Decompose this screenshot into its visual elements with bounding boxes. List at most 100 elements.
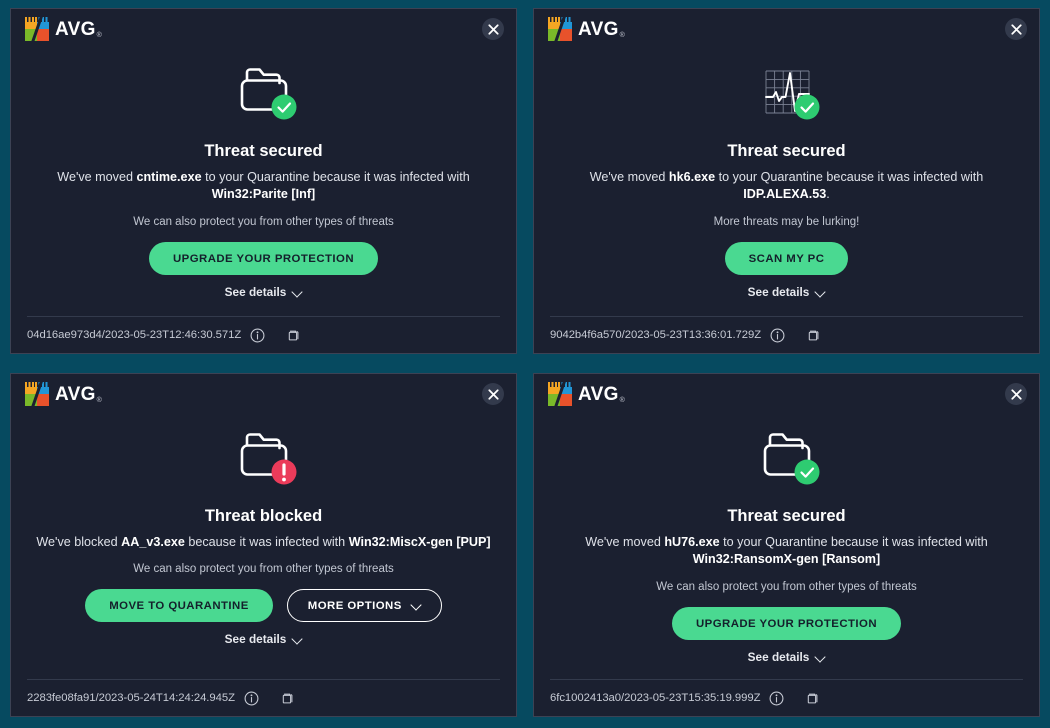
panel-body: Threat secured We've moved hU76.exe to yo… bbox=[534, 414, 1039, 679]
avg-wordmark: AVG® bbox=[55, 383, 103, 405]
see-details-toggle[interactable]: See details bbox=[748, 285, 826, 299]
panel-footer: 04d16ae973d4/2023-05-23T12:46:30.571Z bbox=[27, 316, 500, 353]
panel-actions: UPGRADE YOUR PROTECTION bbox=[671, 607, 901, 641]
threat-name: Win32:Parite [Inf] bbox=[211, 187, 316, 202]
avg-notification-panel: AVG® Threat secured We've moved hU76.exe t… bbox=[533, 373, 1040, 717]
close-icon-glyph bbox=[1010, 23, 1022, 35]
trademark-symbol: ® bbox=[619, 31, 626, 39]
close-button[interactable] bbox=[482, 383, 504, 405]
message-prefix: We've moved bbox=[589, 169, 669, 184]
threat-name: Win32:RansomX-gen [Ransom] bbox=[692, 552, 881, 567]
trace-id: 9042b4f6a570/2023-05-23T13:36:01.729Z bbox=[550, 329, 762, 341]
file-name: hk6.exe bbox=[668, 169, 716, 184]
panel-body: Threat secured We've moved cntime.exe to … bbox=[11, 49, 516, 316]
secondary-action-button[interactable]: MORE OPTIONS bbox=[286, 589, 442, 623]
panel-body: Threat blocked We've blocked AA_v3.exe be… bbox=[11, 414, 516, 679]
trace-id: 2283fe08fa91/2023-05-24T14:24:24.945Z bbox=[27, 692, 235, 704]
panel-actions: SCAN MY PC bbox=[724, 242, 849, 276]
file-name: hU76.exe bbox=[664, 534, 720, 549]
panel-headline: Threat secured bbox=[204, 142, 323, 160]
see-details-label: See details bbox=[224, 632, 287, 647]
avg-brand: AVG® bbox=[548, 17, 626, 41]
message-prefix: We've blocked bbox=[36, 534, 122, 549]
folder-check-icon bbox=[231, 61, 297, 121]
panel-header: AVG® bbox=[11, 374, 516, 414]
panel-headline: Threat secured bbox=[727, 507, 846, 525]
threat-name: IDP.ALEXA.53 bbox=[743, 187, 827, 202]
avg-brand: AVG® bbox=[25, 382, 103, 406]
notification-grid: AVG® Threat secured We've moved cntime.exe… bbox=[0, 0, 1050, 728]
primary-action-label: MOVE TO QUARANTINE bbox=[109, 599, 249, 612]
avg-wordmark: AVG® bbox=[578, 18, 626, 40]
info-icon[interactable] bbox=[769, 691, 784, 706]
panel-footer: 9042b4f6a570/2023-05-23T13:36:01.729Z bbox=[550, 316, 1023, 353]
message-middle: to your Quarantine because it was infect… bbox=[715, 169, 984, 184]
close-icon-glyph bbox=[1010, 388, 1022, 400]
see-details-label: See details bbox=[747, 285, 810, 300]
folder-alert-icon bbox=[231, 426, 297, 486]
message-middle: to your Quarantine because it was infect… bbox=[719, 534, 988, 549]
panel-header: AVG® bbox=[534, 374, 1039, 414]
chart-check-icon bbox=[754, 61, 820, 121]
copy-icon[interactable] bbox=[286, 328, 301, 343]
see-details-label: See details bbox=[224, 285, 287, 300]
see-details-toggle[interactable]: See details bbox=[225, 285, 303, 299]
panel-subtext: We can also protect you from other types… bbox=[133, 563, 394, 576]
threat-name: Win32:MiscX-gen [PUP] bbox=[348, 534, 491, 549]
chevron-down-icon bbox=[293, 288, 302, 297]
avg-notification-panel: AVG® Threat blocked We've blocked AA_v3.ex… bbox=[10, 373, 517, 717]
close-button[interactable] bbox=[1005, 18, 1027, 40]
file-name: AA_v3.exe bbox=[121, 534, 185, 549]
primary-action-button[interactable]: UPGRADE YOUR PROTECTION bbox=[671, 607, 901, 641]
avg-wordmark: AVG® bbox=[55, 18, 103, 40]
panel-message: We've moved hk6.exe to your Quarantine b… bbox=[552, 169, 1021, 205]
close-button[interactable] bbox=[482, 18, 504, 40]
avg-notification-panel: AVG® Threat secured We've moved hk6.exe to… bbox=[533, 8, 1040, 354]
primary-action-label: UPGRADE YOUR PROTECTION bbox=[695, 617, 877, 630]
avg-brand: AVG® bbox=[25, 17, 103, 41]
primary-action-button[interactable]: SCAN MY PC bbox=[724, 242, 849, 276]
primary-action-button[interactable]: UPGRADE YOUR PROTECTION bbox=[148, 242, 378, 276]
panel-header: AVG® bbox=[534, 9, 1039, 49]
panel-actions: MOVE TO QUARANTINE MORE OPTIONS bbox=[85, 589, 442, 623]
message-prefix: We've moved bbox=[585, 534, 665, 549]
panel-message: We've moved hU76.exe to your Quarantine … bbox=[552, 534, 1021, 570]
message-suffix: . bbox=[826, 187, 830, 202]
avg-shield-icon bbox=[548, 382, 572, 406]
close-button[interactable] bbox=[1005, 383, 1027, 405]
folder-check-icon bbox=[754, 426, 820, 486]
info-icon[interactable] bbox=[250, 328, 265, 343]
see-details-toggle[interactable]: See details bbox=[748, 650, 826, 664]
file-name: cntime.exe bbox=[136, 169, 202, 184]
panel-actions: UPGRADE YOUR PROTECTION bbox=[148, 242, 378, 276]
primary-action-button[interactable]: MOVE TO QUARANTINE bbox=[85, 589, 273, 623]
close-icon-glyph bbox=[487, 388, 499, 400]
secondary-action-label: MORE OPTIONS bbox=[307, 599, 402, 612]
panel-header: AVG® bbox=[11, 9, 516, 49]
see-details-toggle[interactable]: See details bbox=[225, 632, 303, 646]
primary-action-label: UPGRADE YOUR PROTECTION bbox=[172, 252, 354, 265]
trademark-symbol: ® bbox=[619, 396, 626, 404]
copy-icon[interactable] bbox=[805, 691, 820, 706]
panel-body: Threat secured We've moved hk6.exe to you… bbox=[534, 49, 1039, 316]
message-middle: to your Quarantine because it was infect… bbox=[201, 169, 470, 184]
message-middle: because it was infected with bbox=[184, 534, 349, 549]
info-icon[interactable] bbox=[770, 328, 785, 343]
trademark-symbol: ® bbox=[96, 31, 103, 39]
copy-icon[interactable] bbox=[280, 691, 295, 706]
copy-icon[interactable] bbox=[806, 328, 821, 343]
info-icon[interactable] bbox=[244, 691, 259, 706]
close-icon-glyph bbox=[487, 23, 499, 35]
panel-headline: Threat blocked bbox=[204, 507, 323, 525]
panel-subtext: We can also protect you from other types… bbox=[133, 216, 394, 229]
notification-cell: AVG® Threat secured We've moved hU76.exe t… bbox=[525, 364, 1050, 728]
primary-action-label: SCAN MY PC bbox=[748, 252, 825, 265]
avg-brand: AVG® bbox=[548, 382, 626, 406]
chevron-down-icon bbox=[816, 653, 825, 662]
message-prefix: We've moved bbox=[57, 169, 137, 184]
avg-notification-panel: AVG® Threat secured We've moved cntime.exe… bbox=[10, 8, 517, 354]
panel-message: We've moved cntime.exe to your Quarantin… bbox=[29, 169, 498, 205]
trace-id: 04d16ae973d4/2023-05-23T12:46:30.571Z bbox=[27, 329, 242, 341]
notification-cell: AVG® Threat secured We've moved hk6.exe to… bbox=[525, 0, 1050, 364]
panel-headline: Threat secured bbox=[727, 142, 846, 160]
